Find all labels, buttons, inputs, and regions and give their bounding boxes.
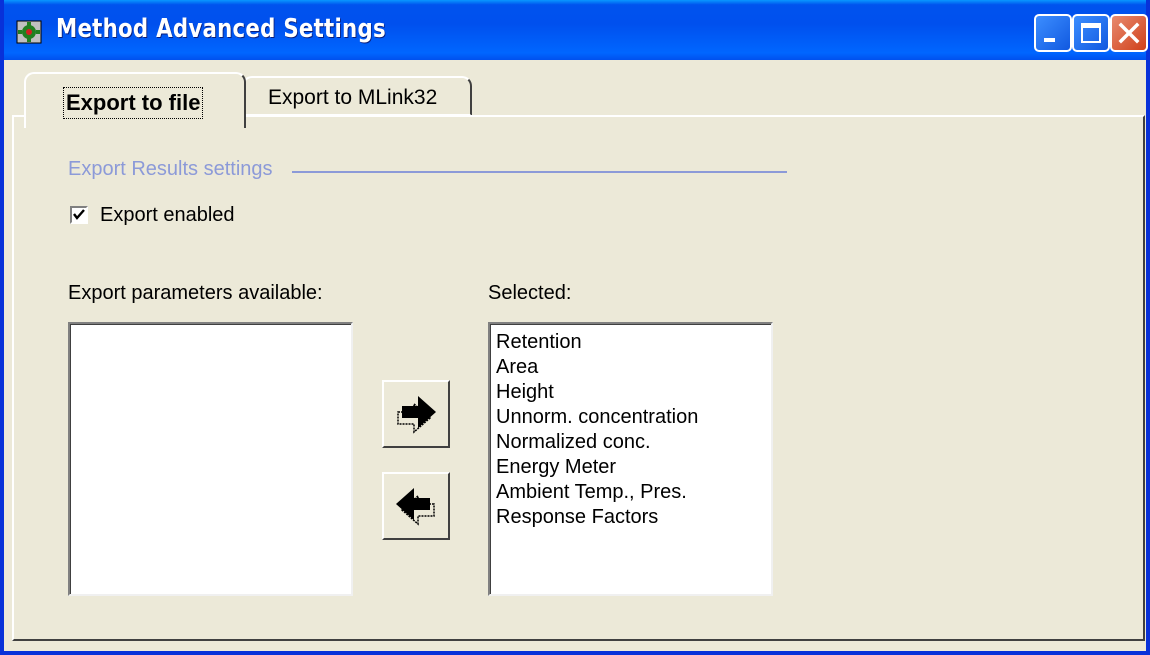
close-button[interactable] (1110, 14, 1148, 52)
tab-label: Export to MLink32 (268, 86, 438, 109)
close-icon (1118, 22, 1140, 44)
window-title: Method Advanced Settings (56, 14, 386, 44)
app-gear-icon (16, 20, 42, 44)
dialog-window: Method Advanced Settings Export to file … (0, 0, 1150, 655)
minimize-icon (1044, 38, 1055, 42)
tab-export-to-mlink32[interactable]: Export to MLink32 (242, 76, 472, 116)
maximize-icon (1081, 23, 1101, 43)
tab-label: Export to file (62, 87, 204, 119)
minimize-button[interactable] (1034, 14, 1072, 52)
tab-export-to-file[interactable]: Export to file (24, 72, 246, 128)
title-bar[interactable]: Method Advanced Settings (4, 0, 1148, 60)
maximize-button[interactable] (1072, 14, 1110, 52)
tab-panel (12, 115, 1145, 641)
